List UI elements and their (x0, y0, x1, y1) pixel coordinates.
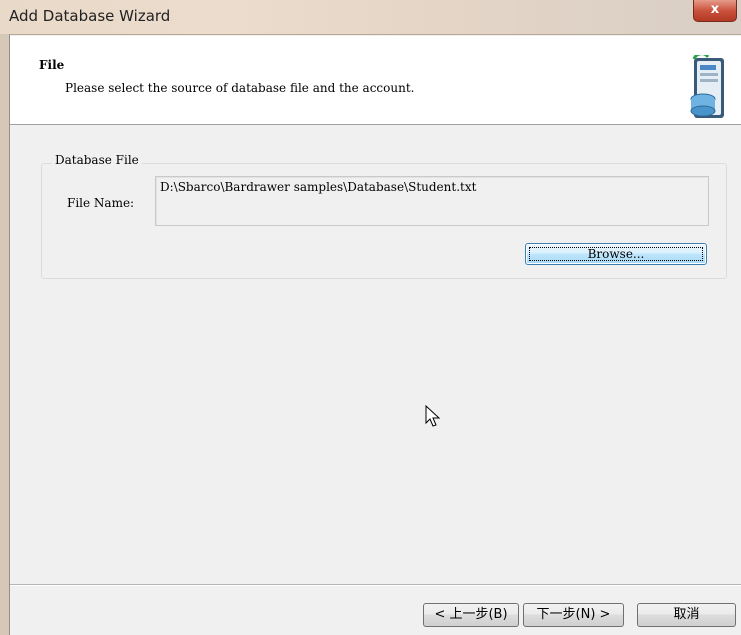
file-name-label: File Name: (67, 196, 135, 210)
footer-divider (10, 584, 741, 585)
close-button[interactable]: x (693, 0, 737, 22)
back-button[interactable]: < 上一步(B) (423, 603, 519, 627)
browse-button[interactable]: Browse... (525, 243, 707, 265)
file-name-value: D:\Sbarco\Bardrawer samples\Database\Stu… (160, 180, 477, 194)
file-name-field[interactable]: D:\Sbarco\Bardrawer samples\Database\Stu… (155, 176, 709, 226)
next-button[interactable]: 下一步(N) > (523, 603, 624, 627)
mouse-pointer-icon (425, 405, 441, 427)
cancel-button[interactable]: 取消 (637, 603, 736, 627)
wizard-header: File Please select the source of databas… (10, 36, 741, 125)
window-title: Add Database Wizard (9, 7, 171, 25)
header-description: Please select the source of database fil… (65, 81, 415, 95)
database-file-legend: Database File (52, 153, 142, 167)
window-left-border (0, 34, 10, 635)
title-bar: Add Database Wizard x (0, 0, 741, 35)
database-file-icon (690, 55, 724, 118)
header-title: File (39, 58, 65, 72)
